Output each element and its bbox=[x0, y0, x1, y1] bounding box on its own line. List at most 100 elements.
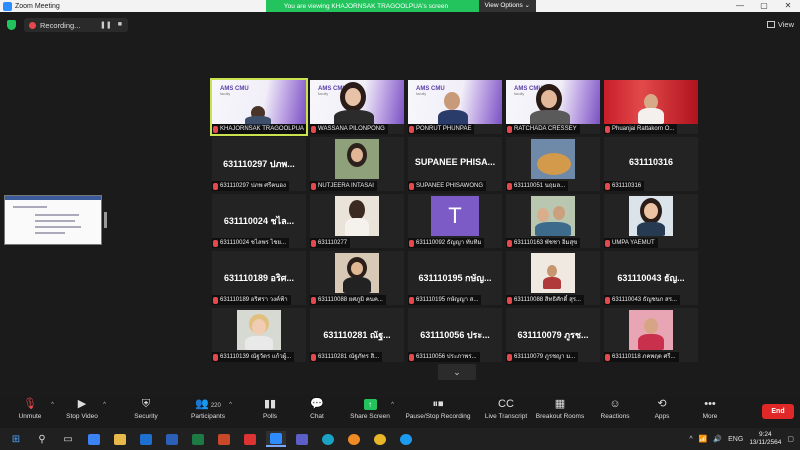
participant-name-label: 631110297 ปภพ ศรีคนอง bbox=[212, 181, 289, 191]
excel-icon[interactable] bbox=[188, 431, 208, 447]
task-view-icon[interactable]: ▭ bbox=[58, 431, 78, 447]
caret-up-icon[interactable]: ^ bbox=[391, 402, 394, 408]
stop-recording-icon[interactable]: ■ bbox=[118, 21, 122, 29]
participants-button[interactable]: 👥 220 Participants ^ bbox=[178, 398, 238, 420]
participant-tile[interactable]: 631110118 ภคพฤต ศรี... bbox=[604, 308, 698, 362]
participant-tile[interactable]: 631110088 ยศภูมิ คนค... bbox=[310, 251, 404, 305]
recording-label: Recording... bbox=[40, 20, 81, 30]
participant-face bbox=[547, 265, 557, 277]
next-page-chevron-icon[interactable]: ⌄ bbox=[438, 364, 476, 380]
participant-tile[interactable]: T 631110092 ธัญญา ทับทิม bbox=[408, 194, 502, 248]
participant-name: 631110189 อริศรา วงค์ฟ้า bbox=[220, 297, 288, 303]
participant-tile[interactable]: AMS CMU faculty PONRUT PHUNPAE bbox=[408, 80, 502, 134]
muted-mic-icon bbox=[213, 296, 218, 304]
participant-photo bbox=[629, 196, 673, 236]
outlook-icon[interactable] bbox=[136, 431, 156, 447]
security-button[interactable]: ⛨ Security bbox=[116, 398, 176, 420]
participant-body bbox=[345, 218, 369, 236]
unmute-button[interactable]: 🎙 Unmute ^ bbox=[0, 398, 60, 420]
pause-recording-icon[interactable]: ❚❚ bbox=[100, 21, 112, 29]
chat-button[interactable]: 💬 Chat bbox=[287, 398, 347, 420]
pause-stop-recording-button[interactable]: ⏸⏹ Pause/Stop Recording bbox=[404, 398, 472, 420]
speaker-icon[interactable]: 🔊 bbox=[713, 435, 722, 443]
file-explorer-icon[interactable] bbox=[110, 431, 130, 447]
language-icon[interactable]: ENG bbox=[728, 436, 743, 443]
acrobat-icon[interactable] bbox=[240, 431, 260, 447]
view-options-button[interactable]: View Options ⌄ bbox=[478, 0, 536, 12]
participant-tile[interactable]: 631110043 ธัญ... 631110043 ธัญชนก สร... bbox=[604, 251, 698, 305]
view-button[interactable]: View bbox=[766, 20, 794, 29]
participant-name-label: WASSANA PILONPONG bbox=[310, 124, 388, 134]
wifi-icon[interactable]: 📶 bbox=[699, 435, 708, 443]
participant-tile[interactable]: 631110297 ปภพ... 631110297 ปภพ ศรีคนอง bbox=[212, 137, 306, 191]
record-dot-icon bbox=[29, 21, 36, 29]
minimize-icon[interactable]: — bbox=[728, 0, 752, 12]
participant-tile[interactable]: 631110088 สิทธิศักดิ์ สุร... bbox=[506, 251, 600, 305]
windows-start-icon[interactable]: ⊞ bbox=[6, 431, 26, 447]
zoom-taskbar-icon[interactable] bbox=[266, 431, 286, 447]
participant-tile[interactable]: 631110079 ภูรช... 631110079 ภูรชญา ม... bbox=[506, 308, 600, 362]
participant-tile[interactable]: UMPA YAEMUT bbox=[604, 194, 698, 248]
firefox-icon[interactable] bbox=[344, 431, 364, 447]
participant-tile[interactable]: 631110024 ชไล... 631110024 ชไลพร ไชย... bbox=[212, 194, 306, 248]
tray-chevron-icon[interactable]: ^ bbox=[689, 436, 692, 443]
participant-face bbox=[553, 206, 565, 220]
end-meeting-button[interactable]: End bbox=[762, 404, 794, 419]
share-screen-button[interactable]: ↑ Share Screen ^ bbox=[340, 398, 400, 420]
thumbnail-line bbox=[35, 232, 65, 234]
participant-name: RATCHADA CRESSEY bbox=[514, 126, 577, 132]
search-icon[interactable]: ⚲ bbox=[32, 431, 52, 447]
maximize-icon[interactable]: ▢ bbox=[752, 0, 776, 12]
participant-tile[interactable]: 631110139 ณัฐวัตร แก้วผู้... bbox=[212, 308, 306, 362]
participant-tile[interactable]: 631110281 ณัฐ... 631110281 ณัฐภัทร สิ... bbox=[310, 308, 404, 362]
participant-tile[interactable]: 631110316 631110316 bbox=[604, 137, 698, 191]
more-button[interactable]: ••• More bbox=[680, 398, 740, 420]
presentation-slide-video: AMS CMU faculty bbox=[408, 80, 502, 126]
thumbnail-resize-handle[interactable] bbox=[104, 212, 107, 228]
participant-name-label: 631110088 สิทธิศักดิ์ สุร... bbox=[506, 295, 584, 305]
participant-tile[interactable]: 631110189 อริศ... 631110189 อริศรา วงค์ฟ้… bbox=[212, 251, 306, 305]
taskbar-clock[interactable]: 9:24 13/11/2564 bbox=[749, 431, 781, 447]
participant-name-label: 631110079 ภูรชญา ม... bbox=[506, 352, 579, 362]
participant-display-name: 631110297 ปภพ... bbox=[223, 159, 295, 169]
store-app-icon[interactable] bbox=[84, 431, 104, 447]
security-shield-icon[interactable] bbox=[7, 20, 16, 30]
muted-mic-icon bbox=[605, 239, 610, 247]
participant-tile[interactable]: 631110051 นฤมล... bbox=[506, 137, 600, 191]
participant-tile[interactable]: Phuanjai Rattakorn O... bbox=[604, 80, 698, 134]
participant-tile[interactable]: NUTJEERA INTASAI bbox=[310, 137, 404, 191]
participant-tile[interactable]: SUPANEE PHISA... SUPANEE PHISAWONG bbox=[408, 137, 502, 191]
participant-tile[interactable]: 631110277 bbox=[310, 194, 404, 248]
close-icon[interactable]: ✕ bbox=[776, 0, 800, 12]
participant-name: 631110024 ชไลพร ไชย... bbox=[220, 240, 287, 246]
participant-photo bbox=[531, 253, 575, 293]
word-icon[interactable] bbox=[162, 431, 182, 447]
breakout-rooms-button[interactable]: ▦ Breakout Rooms bbox=[530, 398, 590, 420]
window-title: Zoom Meeting bbox=[15, 2, 60, 10]
teams-icon[interactable] bbox=[292, 431, 312, 447]
participant-body bbox=[638, 334, 664, 350]
participant-tile[interactable]: 631110163 พัชชา อิ่มสุข bbox=[506, 194, 600, 248]
edge-icon[interactable] bbox=[318, 431, 338, 447]
participant-tile[interactable]: 631110056 ประ... 631110056 ประภาพร... bbox=[408, 308, 502, 362]
notifications-icon[interactable]: ▢ bbox=[787, 435, 794, 443]
live-transcript-label: Live Transcript bbox=[484, 413, 528, 420]
caret-up-icon[interactable]: ^ bbox=[229, 402, 232, 408]
participant-tile[interactable]: AMS CMU faculty WASSANA PILONPONG bbox=[310, 80, 404, 134]
zoom-logo-icon bbox=[3, 1, 12, 11]
live-transcript-button[interactable]: CC Live Transcript bbox=[476, 398, 536, 420]
muted-mic-icon bbox=[409, 239, 414, 247]
caret-up-icon[interactable]: ^ bbox=[103, 402, 106, 408]
stop-video-button[interactable]: ▶ Stop Video ^ bbox=[52, 398, 112, 420]
participant-tile[interactable]: AMS CMU faculty KHAJORNSAK TRAGOOLPUA bbox=[210, 78, 308, 136]
participants-count: 220 bbox=[210, 403, 221, 409]
participant-tile[interactable]: 631110195 กษัญ... 631110195 กษัญญา ส... bbox=[408, 251, 502, 305]
clock-time: 9:24 bbox=[759, 431, 772, 438]
powerpoint-icon[interactable] bbox=[214, 431, 234, 447]
participant-tile[interactable]: AMS CMU faculty RATCHADA CRESSEY bbox=[506, 80, 600, 134]
participant-photo bbox=[531, 139, 575, 179]
shared-screen-thumbnail[interactable] bbox=[4, 195, 102, 245]
skype-icon[interactable] bbox=[396, 431, 416, 447]
chrome-icon[interactable] bbox=[370, 431, 390, 447]
participant-photo bbox=[237, 310, 281, 350]
